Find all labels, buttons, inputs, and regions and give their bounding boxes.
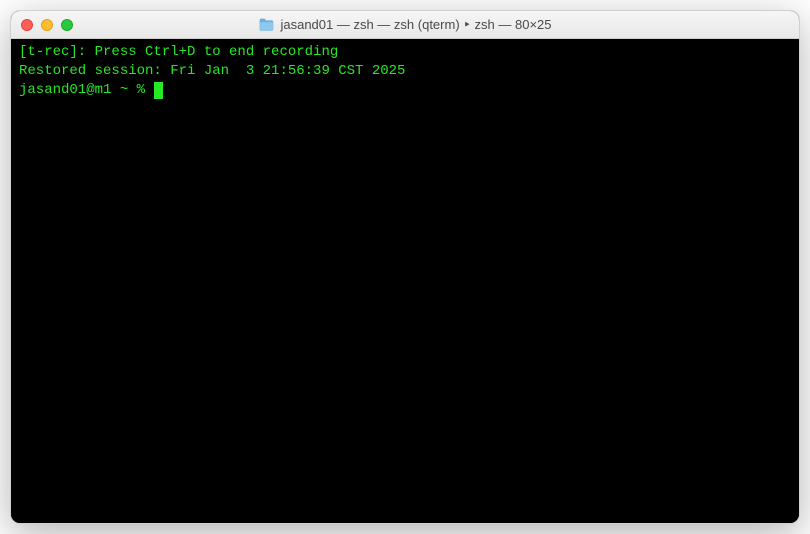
terminal-prompt-line: jasand01@m1 ~ %: [19, 81, 791, 100]
terminal-line: Restored session: Fri Jan 3 21:56:39 CST…: [19, 62, 791, 81]
terminal-content[interactable]: [t-rec]: Press Ctrl+D to end recording R…: [11, 39, 799, 523]
window-controls: [21, 19, 73, 31]
terminal-window: jasand01 — zsh — zsh (qterm) ‣ zsh — 80×…: [10, 10, 800, 524]
titlebar[interactable]: jasand01 — zsh — zsh (qterm) ‣ zsh — 80×…: [11, 11, 799, 39]
maximize-button[interactable]: [61, 19, 73, 31]
window-title: jasand01 — zsh — zsh (qterm) ‣ zsh — 80×…: [280, 17, 551, 33]
minimize-button[interactable]: [41, 19, 53, 31]
terminal-cursor: [154, 82, 163, 99]
folder-icon: [258, 18, 274, 32]
window-title-container: jasand01 — zsh — zsh (qterm) ‣ zsh — 80×…: [258, 17, 551, 33]
close-button[interactable]: [21, 19, 33, 31]
terminal-line: [t-rec]: Press Ctrl+D to end recording: [19, 43, 791, 62]
terminal-prompt: jasand01@m1 ~ %: [19, 81, 153, 100]
